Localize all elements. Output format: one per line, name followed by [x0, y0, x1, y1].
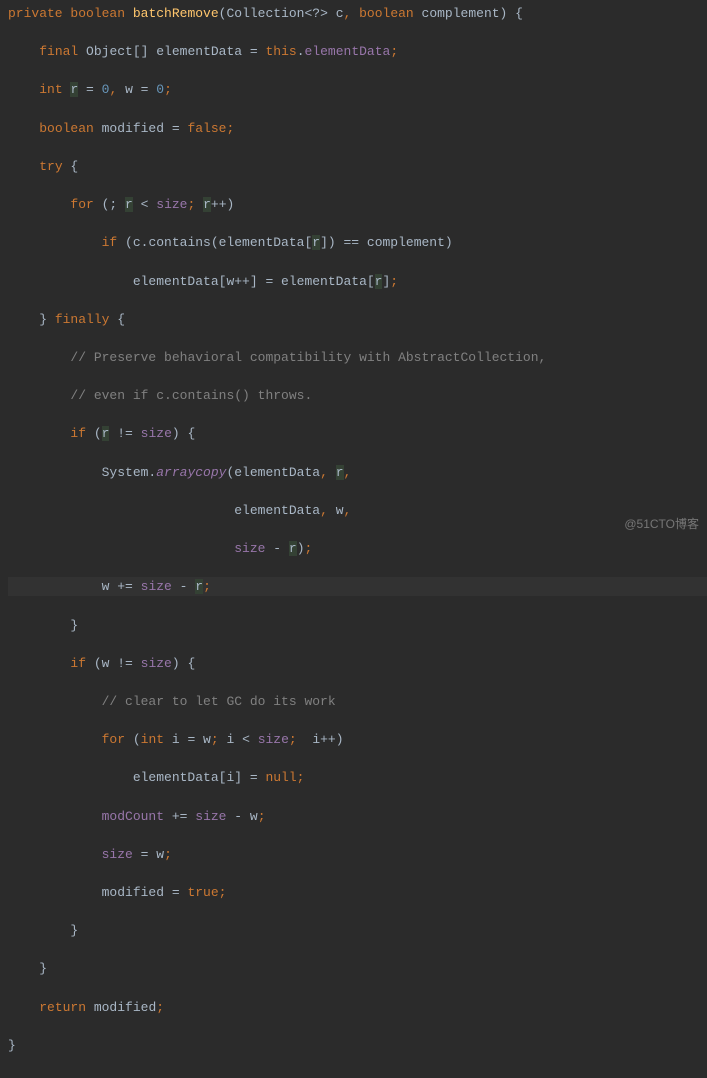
- watermark: @51CTO博客: [624, 516, 699, 534]
- code-block: private boolean batchRemove(Collection<?…: [0, 0, 707, 1078]
